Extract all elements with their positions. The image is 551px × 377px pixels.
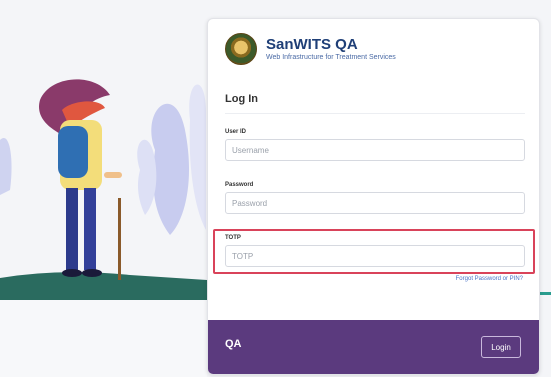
totp-input[interactable] bbox=[225, 245, 525, 267]
tree-left bbox=[0, 138, 12, 195]
tree-small bbox=[137, 139, 157, 215]
ground-floor bbox=[0, 300, 207, 377]
tree-large bbox=[151, 103, 190, 235]
app-title: SanWITS QA bbox=[266, 35, 358, 53]
app-subtitle: Web Infrastructure for Treatment Service… bbox=[266, 53, 396, 61]
card-footer: QA Login bbox=[208, 320, 539, 374]
user-id-input[interactable] bbox=[225, 139, 525, 161]
state-seal-icon bbox=[225, 33, 257, 65]
user-id-label: User ID bbox=[225, 129, 247, 135]
heading-divider bbox=[225, 113, 525, 114]
login-heading: Log In bbox=[225, 93, 258, 105]
login-card: SanWITS QA Web Infrastructure for Treatm… bbox=[207, 18, 540, 375]
tree-edge bbox=[189, 84, 206, 230]
environment-label: QA bbox=[225, 338, 242, 350]
login-button[interactable]: Login bbox=[481, 336, 521, 358]
password-label: Password bbox=[225, 182, 254, 188]
brand-text: SanWITS QA Web Infrastructure for Treatm… bbox=[266, 36, 396, 63]
hiker-figure bbox=[39, 79, 122, 280]
ground-hill bbox=[0, 272, 207, 300]
totp-label: TOTP bbox=[225, 235, 241, 241]
brand-header: SanWITS QA Web Infrastructure for Treatm… bbox=[225, 33, 396, 65]
totp-highlight: TOTP bbox=[213, 229, 535, 274]
forgot-password-link[interactable]: Forgot Password or PIN? bbox=[456, 276, 523, 282]
password-input[interactable] bbox=[225, 192, 525, 214]
